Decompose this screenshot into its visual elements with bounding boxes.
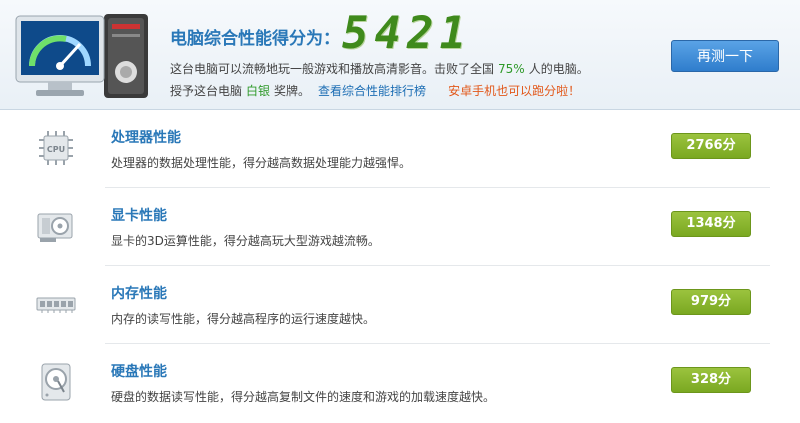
score-header: 电脑综合性能得分为： 5421 这台电脑可以流畅地玩一般游戏和播放高清影音。击败…: [0, 0, 800, 110]
item-score-badge: 2766分: [671, 133, 751, 159]
item-name: 硬盘性能: [111, 364, 167, 380]
retest-button[interactable]: 再测一下: [671, 40, 779, 72]
desc-suffix: 人的电脑。: [528, 62, 589, 76]
item-score-badge: 979分: [671, 289, 751, 315]
medal-level: 白银: [246, 84, 271, 98]
memory-performance-row: 内存性能 内存的读写性能，得分越高程序的运行速度越快。 979分: [0, 266, 800, 344]
beat-percent: 75%: [498, 62, 525, 76]
item-description: 内存的读写性能，得分越高程序的运行速度越快。: [111, 312, 376, 326]
cpu-performance-row: CPU 处理器性能 处理器的数据处理性能，得分越高数据处理能力越强悍。 2766…: [0, 110, 800, 188]
ranking-link[interactable]: 查看综合性能排行榜: [318, 84, 426, 98]
item-score-badge: 328分: [671, 367, 751, 393]
award-prefix: 授予这台电脑: [170, 84, 243, 98]
award-line: 授予这台电脑 白银 奖牌。 查看综合性能排行榜 安卓手机也可以跑分啦！: [170, 82, 580, 99]
item-name: 显卡性能: [111, 208, 167, 224]
item-description: 硬盘的数据读写性能，得分越高复制文件的速度和游戏的加载速度越快。: [111, 390, 496, 404]
benchmark-monitor-icon: [15, 14, 148, 98]
graphics-performance-row: 显卡性能 显卡的3D运算性能，得分越高玩大型游戏越流畅。 1348分: [0, 188, 800, 266]
item-name: 内存性能: [111, 286, 167, 302]
hard-disk-icon: [41, 363, 71, 401]
cpu-icon: CPU: [39, 131, 73, 165]
memory-icon: [36, 297, 76, 313]
android-benchmark-link[interactable]: 安卓手机也可以跑分啦！: [448, 84, 580, 98]
desc-prefix: 这台电脑可以流畅地玩一般游戏和播放高清影音。击败了全国: [170, 62, 495, 76]
graphics-card-icon: [37, 213, 73, 242]
item-description: 显卡的3D运算性能，得分越高玩大型游戏越流畅。: [111, 234, 380, 248]
cpu-icon-label: CPU: [47, 145, 65, 154]
total-score: 5421: [342, 8, 472, 59]
item-score-badge: 1348分: [671, 211, 751, 237]
disk-performance-row: 硬盘性能 硬盘的数据读写性能，得分越高复制文件的速度和游戏的加载速度越快。 32…: [0, 344, 800, 422]
score-title: 电脑综合性能得分为：: [170, 29, 340, 49]
item-description: 处理器的数据处理性能，得分越高数据处理能力越强悍。: [111, 156, 412, 170]
item-name: 处理器性能: [111, 130, 181, 146]
award-suffix: 奖牌。: [274, 84, 311, 98]
score-description: 这台电脑可以流畅地玩一般游戏和播放高清影音。击败了全国 75% 人的电脑。: [170, 60, 589, 77]
